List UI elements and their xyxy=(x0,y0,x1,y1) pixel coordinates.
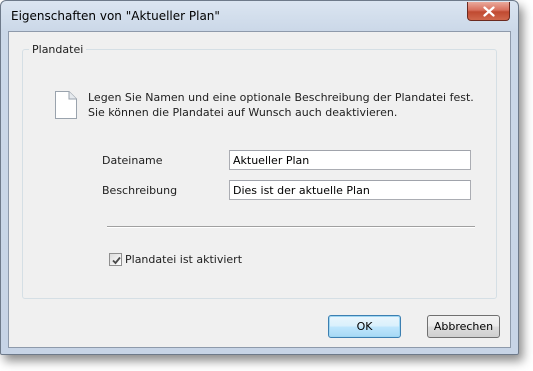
group-title: Plandatei xyxy=(29,43,87,56)
close-icon xyxy=(483,6,495,17)
checkmark-icon xyxy=(112,256,121,265)
close-button[interactable] xyxy=(467,2,510,21)
window-title: Eigenschaften von "Aktueller Plan" xyxy=(11,9,220,23)
separator xyxy=(107,226,475,228)
cancel-button[interactable]: Abbrechen xyxy=(427,315,500,338)
dialog-client-area: Plandatei Legen Sie Namen und eine optio… xyxy=(8,31,511,348)
description-text: Legen Sie Namen und eine optionale Besch… xyxy=(88,91,474,119)
aktiviert-checkbox[interactable] xyxy=(109,253,122,266)
dateiname-label: Dateiname xyxy=(102,154,163,167)
ok-button[interactable]: OK xyxy=(328,315,401,338)
beschreibung-label: Beschreibung xyxy=(102,184,178,197)
beschreibung-input[interactable] xyxy=(229,180,471,200)
document-icon xyxy=(55,91,77,119)
plandatei-groupbox: Plandatei xyxy=(22,43,497,299)
aktiviert-label[interactable]: Plandatei ist aktiviert xyxy=(125,253,242,266)
title-bar[interactable]: Eigenschaften von "Aktueller Plan" xyxy=(1,1,518,31)
dialog-window: Eigenschaften von "Aktueller Plan" Pland… xyxy=(0,0,519,355)
dateiname-input[interactable] xyxy=(229,150,471,170)
